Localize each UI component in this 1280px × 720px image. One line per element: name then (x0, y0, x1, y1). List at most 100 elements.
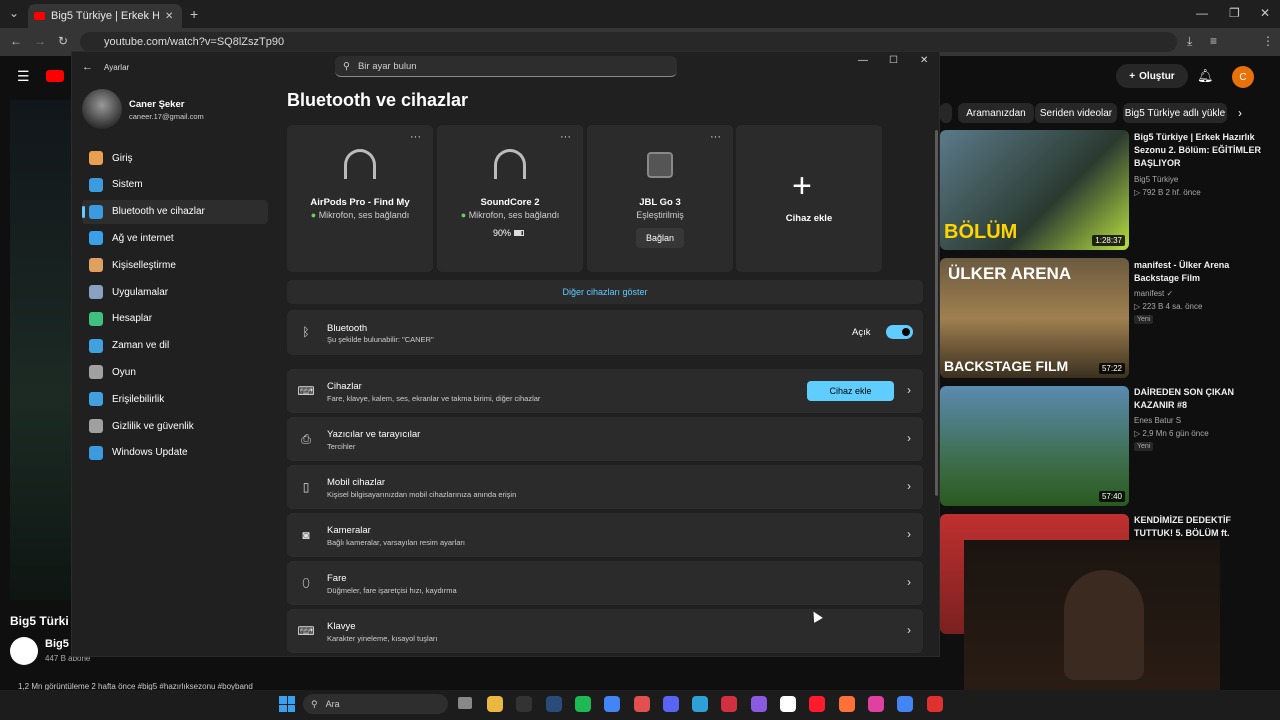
start-button[interactable] (279, 696, 295, 712)
chevron-right-icon: › (907, 383, 911, 397)
close-window-icon[interactable]: ✕ (1260, 6, 1270, 20)
more-options-icon[interactable]: ··· (560, 131, 571, 143)
sidebar-item-brush[interactable]: Kişiselleştirme (82, 253, 268, 277)
app4-icon[interactable] (867, 696, 884, 712)
rec-meta-2: ▷ 223 B 4 sa. önce (1134, 302, 1203, 311)
settings-search-input[interactable]: ⚲ Bir ayar bulun (335, 56, 677, 77)
rec-channel-2[interactable]: manifest ✓ (1134, 287, 1173, 300)
yandex-icon[interactable] (780, 696, 796, 712)
youtube-favicon-icon (34, 12, 45, 20)
device-name: JBL Go 3 (639, 197, 681, 208)
settings-row-camera[interactable]: ◙ Kameralar Bağlı kameralar, varsayılan re… (287, 513, 923, 557)
settings-row-mouse[interactable]: ⬯ Fare Düğmeler, fare işaretçisi hızı, kay… (287, 561, 923, 605)
bluetooth-toggle[interactable] (886, 325, 913, 339)
opera-icon[interactable] (809, 696, 826, 712)
sidebar-item-home[interactable]: Giriş (82, 146, 268, 170)
maximize-icon[interactable]: ❐ (1229, 6, 1240, 20)
app5-icon[interactable] (926, 696, 943, 712)
show-more-devices-link[interactable]: Diğer cihazları göster (287, 280, 923, 304)
thumbnail-1[interactable]: BÖLÜM 1:28:37 (940, 130, 1129, 250)
device-status: Eşleştirilmiş (636, 210, 684, 220)
row-subtitle: Fare, klavye, kalem, ses, ekranlar ve ta… (327, 394, 541, 403)
sidebar-item-shield[interactable]: Gizlilik ve güvenlik (82, 414, 268, 438)
row-subtitle: Bağlı kameralar, varsayılan resim ayarla… (327, 538, 465, 547)
user-avatar[interactable] (82, 89, 122, 129)
more-options-icon[interactable]: ··· (410, 131, 421, 143)
queue-icon[interactable]: ≡ (1210, 34, 1217, 48)
more-options-icon[interactable]: ··· (710, 131, 721, 143)
back-icon[interactable]: ← (10, 34, 22, 48)
app2-icon[interactable] (721, 696, 738, 712)
rec-title-3[interactable]: DAİREDEN SON ÇIKAN KAZANIR #8 (1134, 386, 1264, 412)
app3-icon[interactable] (750, 696, 767, 712)
new-tab-icon[interactable]: + (190, 6, 198, 22)
url-field[interactable]: youtube.com/watch?v=SQ8lZszTp90 (80, 32, 1177, 52)
sidebar-item-apps[interactable]: Uygulamalar (82, 280, 268, 304)
device-card[interactable]: ··· JBL Go 3 Eşleştirilmiş Bağlan (587, 125, 733, 272)
settings-minimize-icon[interactable]: — (858, 55, 868, 66)
yt-avatar[interactable]: C (1232, 66, 1254, 88)
discord-icon[interactable] (662, 696, 679, 712)
video-player[interactable] (10, 100, 72, 600)
spotify-icon[interactable] (574, 696, 591, 712)
thumbnail-2[interactable]: ÜLKER ARENA BACKSTAGE FILM 57:22 (940, 258, 1129, 378)
sidebar-item-system[interactable]: Sistem (82, 173, 268, 197)
edge-icon[interactable] (692, 696, 709, 712)
settings-row-devices[interactable]: ⌨ Cihazlar Fare, klavye, kalem, ses, ekran… (287, 369, 923, 413)
youtube-logo-icon[interactable] (46, 70, 64, 82)
sidebar-item-accessibility[interactable]: Erişilebilirlik (82, 387, 268, 411)
sidebar-item-wifi[interactable]: Ağ ve internet (82, 226, 268, 250)
sidebar-item-update[interactable]: Windows Update (82, 441, 268, 465)
sidebar-item-bluetooth[interactable]: Bluetooth ve cihazlar (82, 199, 268, 224)
firefox-icon[interactable] (838, 696, 855, 712)
epic-games-icon[interactable] (516, 696, 533, 712)
app-icon[interactable] (633, 696, 650, 712)
chrome2-icon[interactable] (897, 696, 914, 712)
settings-back-icon[interactable]: ← (82, 61, 93, 73)
reload-icon[interactable]: ↻ (58, 34, 68, 48)
bluetooth-title: Bluetooth (327, 323, 368, 334)
settings-scrollbar[interactable] (935, 130, 938, 496)
chip-from-search[interactable]: Aramanızdan (958, 103, 1034, 123)
forward-icon[interactable]: → (34, 34, 46, 48)
chrome-icon[interactable] (604, 696, 621, 712)
chip-next-icon[interactable]: › (1238, 106, 1242, 120)
settings-maximize-icon[interactable]: ☐ (889, 55, 898, 66)
rec-title-2[interactable]: manifest - Ülker Arena Backstage Film (1134, 259, 1264, 285)
chip-series[interactable]: Seriden videolar (1035, 103, 1117, 123)
download-icon[interactable]: ⤓ (1187, 34, 1192, 49)
settings-close-icon[interactable]: ✕ (920, 55, 928, 66)
create-button[interactable]: + Oluştur (1116, 64, 1188, 88)
thumbnail-3[interactable]: 57:40 (940, 386, 1129, 506)
rec-title-4[interactable]: KENDİMİZE DEDEKTİF TUTTUK! 5. BÖLÜM ft. (1134, 514, 1264, 540)
chip-all[interactable] (940, 103, 952, 123)
settings-row-phone[interactable]: ▯ Mobil cihazlar Kişisel bilgisayarınızdan… (287, 465, 923, 509)
minimize-icon[interactable]: — (1196, 6, 1208, 20)
rec-channel-3[interactable]: Enes Batur S (1134, 414, 1181, 427)
tab-close-icon[interactable]: ✕ (165, 11, 173, 22)
add-device-button[interactable]: Cihaz ekle (807, 381, 894, 401)
tab-search-icon[interactable]: ⌄ (9, 6, 19, 20)
sidebar-item-globe[interactable]: Zaman ve dil (82, 334, 268, 358)
file-explorer-icon[interactable] (487, 696, 503, 712)
channel-avatar[interactable] (10, 637, 38, 665)
rec-channel-1[interactable]: Big5 Türkiye (1134, 173, 1178, 186)
rec-title-1[interactable]: Big5 Türkiye | Erkek Hazırlık Sezonu 2. … (1134, 131, 1264, 170)
sidebar-item-account[interactable]: Hesaplar (82, 307, 268, 331)
task-view-icon[interactable] (458, 697, 472, 709)
settings-row-keyboard[interactable]: ⌨ Klavye Karakter yineleme, kısayol tuşlar… (287, 609, 923, 653)
device-card[interactable]: ··· SoundCore 2 ● Mikrofon, ses bağlandı 90… (437, 125, 583, 272)
connect-button[interactable]: Bağlan (636, 228, 684, 248)
chip-uploads[interactable]: Big5 Türkiye adlı yükle (1123, 103, 1227, 123)
settings-row-printer[interactable]: ⎙ Yazıcılar ve tarayıcılar Tercihler › (287, 417, 923, 461)
browser-tab[interactable]: Big5 Türkiye | Erkek Hazırlık Sezonu ✕ (28, 4, 182, 28)
device-card[interactable]: ··· AirPods Pro - Find My ● Mikrofon, ses … (287, 125, 433, 272)
notifications-bell-icon[interactable]: 🔔︎ (1197, 68, 1214, 84)
steam-icon[interactable] (545, 696, 562, 712)
sidebar-item-gamepad[interactable]: Oyun (82, 360, 268, 384)
menu-kebab-icon[interactable]: ⋮ (1262, 34, 1274, 48)
add-device-card[interactable]: + Cihaz ekle (736, 125, 882, 272)
row-subtitle: Karakter yineleme, kısayol tuşları (327, 634, 438, 643)
hamburger-menu-icon[interactable]: ☰ (17, 68, 30, 85)
taskbar-search[interactable]: ⚲ Ara (303, 694, 448, 714)
